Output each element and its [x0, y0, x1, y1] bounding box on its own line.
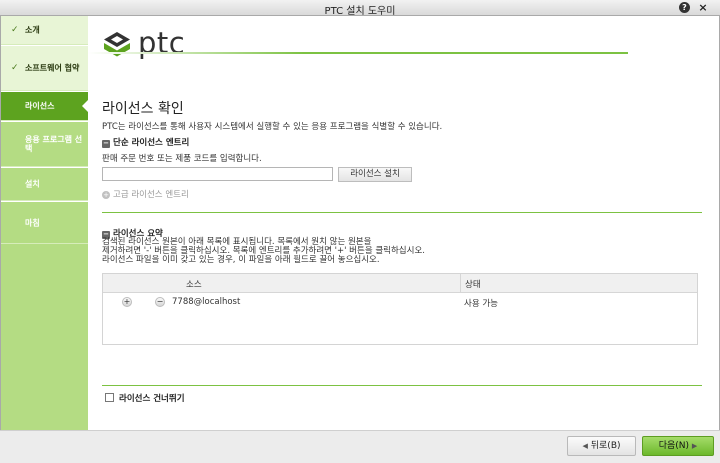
column-header-source[interactable]: 소스: [186, 278, 202, 290]
sidebar-step-label: 마침: [25, 218, 40, 227]
check-icon: ✓: [11, 63, 19, 73]
sidebar-step-label: 응용 프로그램 선택: [25, 135, 83, 153]
collapse-icon[interactable]: −: [102, 140, 110, 148]
sidebar-step-app-select: 응용 프로그램 선택: [1, 122, 88, 167]
table-header: 소스 상태: [103, 274, 697, 293]
sidebar-step-agreement[interactable]: ✓ 소프트웨어 협약: [1, 46, 88, 91]
sidebar-step-intro[interactable]: ✓ 소개: [1, 16, 88, 45]
page-description: PTC는 라이선스를 통해 사용자 시스템에서 실행할 수 있는 응용 프로그램…: [102, 122, 443, 132]
back-arrow-icon: ◀: [582, 442, 588, 450]
sidebar-step-label: 설치: [25, 179, 40, 189]
simple-entry-header[interactable]: − 단순 라이선스 엔트리: [102, 136, 189, 148]
sidebar-step-label: 소프트웨어 협약: [25, 63, 80, 73]
sidebar-step-finish: 마침: [1, 202, 88, 244]
next-arrow-icon: ▶: [691, 442, 698, 450]
footer-bar: ◀ 뒤로(B) 다음(N) ▶: [0, 430, 720, 463]
sidebar-step-label: 소개: [25, 25, 40, 35]
skip-license-checkbox[interactable]: 라이선스 건너뛰기: [105, 392, 185, 404]
close-icon[interactable]: ×: [696, 1, 710, 14]
license-sources-table[interactable]: 소스 상태 + − 7788@localhost 사용 가능: [102, 273, 698, 345]
summary-line: 라이선스 파일을 이미 갖고 있는 경우, 이 파일을 아래 필드로 끌어 놓으…: [102, 255, 380, 265]
check-icon: ✓: [11, 25, 19, 35]
column-divider: [460, 274, 461, 293]
next-button[interactable]: 다음(N) ▶: [642, 436, 714, 456]
product-code-input[interactable]: [102, 167, 333, 181]
sidebar-step-install: 설치: [1, 168, 88, 201]
license-panel: 라이선스 확인 PTC는 라이선스를 통해 사용자 시스템에서 실행할 수 있는…: [88, 16, 719, 430]
add-source-icon[interactable]: +: [122, 297, 132, 307]
sidebar-step-label: 라이선스: [25, 101, 55, 111]
source-cell: 7788@localhost: [172, 297, 241, 307]
page-title: 라이선스 확인: [102, 101, 184, 117]
install-license-button[interactable]: 라이선스 설치: [338, 167, 412, 182]
back-button[interactable]: ◀ 뒤로(B): [567, 436, 636, 456]
advanced-entry-toggle[interactable]: + 고급 라이선스 엔트리: [102, 188, 189, 200]
bottom-divider: [102, 385, 702, 386]
sidebar-fill: [1, 244, 88, 430]
summary-description: 검색된 라이선스 원본이 아래 목록에 표시됩니다. 목록에서 원치 않는 원본…: [102, 238, 425, 265]
title-bar: PTC 설치 도우미 ? ×: [0, 0, 720, 17]
checkbox-box[interactable]: [105, 393, 114, 402]
section-divider: [102, 212, 702, 213]
table-row[interactable]: + − 7788@localhost 사용 가능: [103, 294, 697, 310]
expand-icon[interactable]: +: [102, 191, 110, 199]
remove-source-icon[interactable]: −: [155, 297, 165, 307]
status-cell: 사용 가능: [464, 299, 498, 309]
help-icon[interactable]: ?: [679, 2, 690, 13]
column-header-status[interactable]: 상태: [465, 278, 481, 290]
sidebar-step-license[interactable]: 라이선스: [1, 92, 88, 121]
sidebar: ✓ 소개 ✓ 소프트웨어 협약 라이선스 응용 프로그램 선택 설치 마침: [1, 16, 88, 430]
window-title: PTC 설치 도우미: [324, 6, 396, 17]
simple-entry-label: 판매 주문 번호 또는 제품 코드를 입력합니다.: [102, 154, 262, 164]
